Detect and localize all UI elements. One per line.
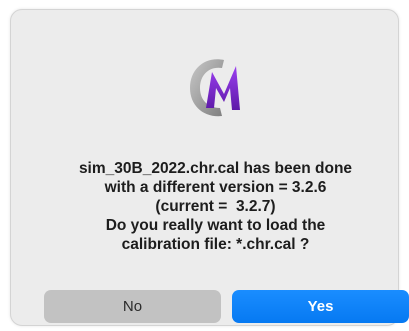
alert-message: sim_30B_2022.chr.cal has been done with … (25, 159, 406, 254)
message-line: sim_30B_2022.chr.cal has been done (78, 160, 353, 177)
app-logo-icon (180, 50, 252, 122)
message-line: calibration file: *.chr.cal ? (121, 236, 310, 253)
alert-dialog: sim_30B_2022.chr.cal has been done with … (10, 9, 409, 326)
yes-button[interactable]: Yes (232, 290, 409, 323)
no-button[interactable]: No (44, 290, 221, 323)
message-line: with a different version = 3.2.6 (104, 179, 327, 196)
message-line: Do you really want to load the (105, 217, 326, 234)
message-line: (current = 3.2.7) (155, 198, 276, 215)
